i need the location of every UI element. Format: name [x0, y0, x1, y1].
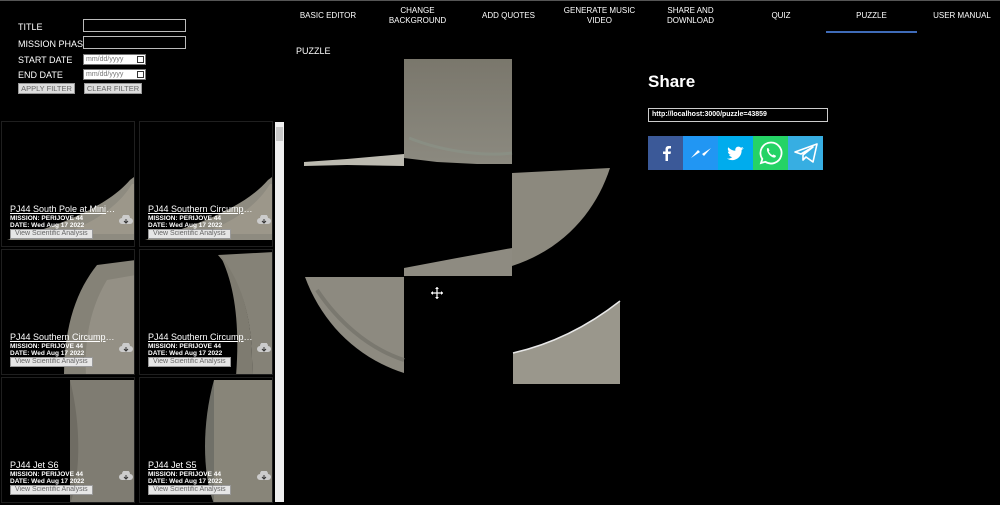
gallery-card[interactable]: PJ44 South Pole at Minimum MISSION: PERI…	[1, 121, 135, 247]
nav-label: CHANGE	[400, 6, 435, 15]
active-tab-indicator	[826, 31, 917, 33]
end-date-input[interactable]: mm/dd/yyyy	[83, 69, 146, 80]
gallery-card[interactable]: PJ44 Jet S6 MISSION: PERIJOVE 44 DATE: W…	[1, 377, 135, 503]
end-date-label: END DATE	[18, 70, 63, 80]
messenger-share-button[interactable]	[683, 136, 718, 170]
puzzle-piece[interactable]	[304, 154, 404, 166]
cloud-download-icon[interactable]	[119, 343, 133, 353]
puzzle-piece[interactable]	[404, 248, 512, 276]
gallery-card[interactable]: PJ44 Southern Circumpolar MISSION: PERIJ…	[139, 121, 273, 247]
start-date-placeholder: mm/dd/yyyy	[86, 56, 124, 63]
card-title[interactable]: PJ44 Southern Circumpolar	[148, 332, 256, 342]
scrollbar-thumb[interactable]	[276, 127, 283, 141]
filter-panel: TITLE MISSION PHASE START DATE mm/dd/yyy…	[0, 0, 285, 120]
nav-user-manual[interactable]: USER MANUAL	[916, 0, 1000, 32]
calendar-icon[interactable]	[137, 71, 144, 78]
card-date: DATE: Wed Aug 17 2022	[148, 478, 223, 485]
card-mission: MISSION: PERIJOVE 44	[10, 343, 83, 350]
cloud-download-icon[interactable]	[257, 215, 271, 225]
apply-filter-button[interactable]: APPLY FILTER	[18, 83, 75, 94]
messenger-icon	[690, 148, 711, 158]
card-title[interactable]: PJ44 South Pole at Minimum	[10, 204, 118, 214]
gallery-card[interactable]: PJ44 Jet S5 MISSION: PERIJOVE 44 DATE: W…	[139, 377, 273, 503]
calendar-icon[interactable]	[137, 56, 144, 63]
start-date-label: START DATE	[18, 55, 73, 65]
view-analysis-button[interactable]: View Scientific Analysis	[148, 485, 231, 495]
card-title[interactable]: PJ44 Southern Circumpolar	[148, 204, 256, 214]
card-title[interactable]: PJ44 Jet S6	[10, 460, 118, 470]
view-analysis-button[interactable]: View Scientific Analysis	[148, 229, 231, 239]
whatsapp-share-button[interactable]	[753, 136, 788, 170]
telegram-share-button[interactable]	[788, 136, 823, 170]
puzzle-piece[interactable]	[404, 59, 513, 166]
start-date-input[interactable]: mm/dd/yyyy	[83, 54, 146, 65]
facebook-icon	[662, 146, 671, 161]
end-date-placeholder: mm/dd/yyyy	[86, 71, 124, 78]
card-mission: MISSION: PERIJOVE 44	[148, 343, 221, 350]
puzzle-piece[interactable]	[512, 168, 610, 266]
card-mission: MISSION: PERIJOVE 44	[148, 471, 221, 478]
view-analysis-button[interactable]: View Scientific Analysis	[10, 485, 93, 495]
title-label: TITLE	[18, 22, 43, 32]
top-nav: BASIC EDITOR CHANGE BACKGROUND ADD QUOTES…	[285, 0, 1000, 34]
mission-phase-label: MISSION PHASE	[18, 39, 90, 49]
move-cursor-icon	[431, 287, 443, 299]
gallery-card[interactable]: PJ44 Southern Circumpolar MISSION: PERIJ…	[1, 249, 135, 375]
card-date: DATE: Wed Aug 17 2022	[148, 350, 223, 357]
card-title[interactable]: PJ44 Jet S5	[148, 460, 256, 470]
puzzle-piece[interactable]	[512, 300, 621, 384]
title-input[interactable]	[83, 19, 186, 32]
facebook-share-button[interactable]	[648, 136, 683, 170]
nav-label: QUIZ	[771, 11, 791, 20]
whatsapp-icon	[759, 141, 782, 165]
view-analysis-button[interactable]: View Scientific Analysis	[10, 357, 93, 367]
nav-generate-music-video[interactable]: GENERATE MUSIC VIDEO	[553, 0, 646, 32]
card-date: DATE: Wed Aug 17 2022	[10, 478, 85, 485]
nav-label: SHARE AND	[667, 6, 714, 15]
gallery-card[interactable]: PJ44 Southern Circumpolar MISSION: PERIJ…	[139, 249, 273, 375]
twitter-share-button[interactable]	[718, 136, 753, 170]
card-title[interactable]: PJ44 Southern Circumpolar	[10, 332, 118, 342]
view-analysis-button[interactable]: View Scientific Analysis	[148, 357, 231, 367]
card-date: DATE: Wed Aug 17 2022	[10, 350, 85, 357]
cloud-download-icon[interactable]	[257, 471, 271, 481]
nav-label: VIDEO	[587, 16, 612, 25]
puzzle-piece[interactable]	[305, 277, 405, 373]
share-heading: Share	[648, 72, 696, 91]
nav-label: ADD QUOTES	[482, 11, 535, 20]
view-analysis-button[interactable]: View Scientific Analysis	[10, 229, 93, 239]
nav-label: DOWNLOAD	[666, 16, 715, 25]
nav-label: BASIC EDITOR	[299, 11, 357, 20]
cloud-download-icon[interactable]	[257, 343, 271, 353]
cloud-download-icon[interactable]	[119, 215, 133, 225]
card-mission: MISSION: PERIJOVE 44	[10, 471, 83, 478]
share-url-field[interactable]: http://localhost:3000/puzzle=43859	[648, 108, 828, 122]
clear-filter-button[interactable]: CLEAR FILTER	[84, 83, 142, 94]
nav-share-download[interactable]: SHARE AND DOWNLOAD	[646, 0, 735, 32]
mission-phase-input[interactable]	[83, 36, 186, 49]
card-date: DATE: Wed Aug 17 2022	[148, 222, 223, 229]
telegram-icon	[793, 143, 818, 163]
nav-basic-editor[interactable]: BASIC EDITOR	[285, 0, 371, 32]
puzzle-board[interactable]	[297, 58, 627, 388]
nav-puzzle[interactable]: PUZZLE	[827, 0, 916, 32]
nav-label: BACKGROUND	[388, 16, 447, 25]
puzzle-heading: PUZZLE	[296, 46, 331, 56]
cloud-download-icon[interactable]	[119, 471, 133, 481]
gallery-scrollbar[interactable]	[275, 122, 284, 502]
nav-quiz[interactable]: QUIZ	[735, 0, 827, 32]
card-mission: MISSION: PERIJOVE 44	[10, 215, 83, 222]
nav-label: PUZZLE	[856, 11, 887, 20]
nav-add-quotes[interactable]: ADD QUOTES	[464, 0, 553, 32]
nav-label: GENERATE MUSIC	[563, 6, 636, 15]
image-gallery[interactable]: PJ44 South Pole at Minimum MISSION: PERI…	[0, 120, 275, 505]
nav-label: USER MANUAL	[933, 11, 991, 20]
card-date: DATE: Wed Aug 17 2022	[10, 222, 85, 229]
nav-change-background[interactable]: CHANGE BACKGROUND	[371, 0, 464, 32]
twitter-icon	[726, 146, 744, 160]
card-mission: MISSION: PERIJOVE 44	[148, 215, 221, 222]
